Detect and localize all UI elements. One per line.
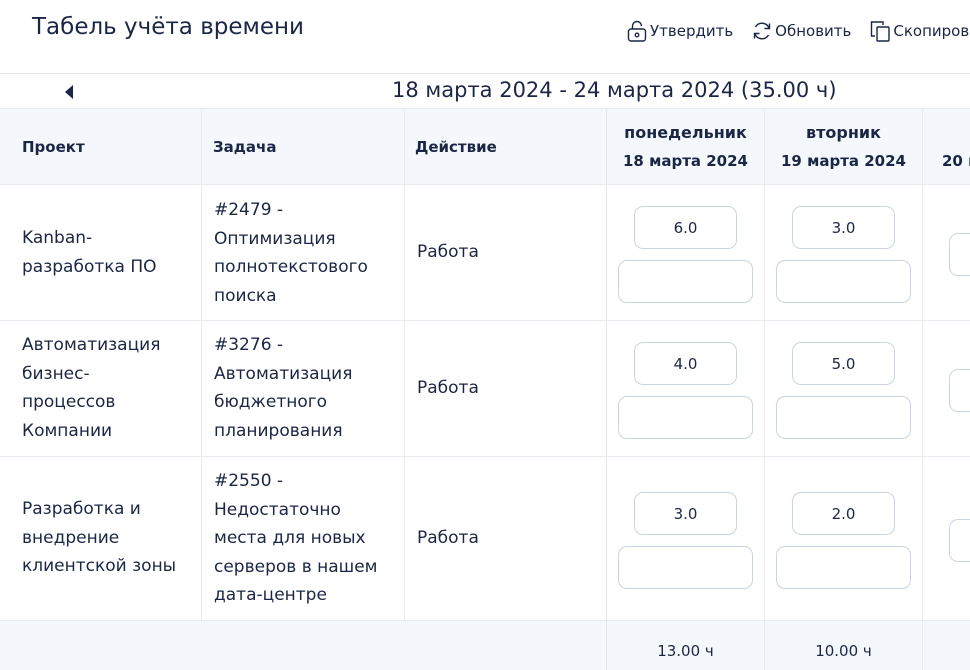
page-header: Табель учёта времени Утвердить Обновить: [0, 0, 970, 74]
toolbar: Утвердить Обновить Скопиров: [626, 18, 970, 44]
action-header-label: Действие: [415, 138, 497, 156]
day-total: 13.00 ч: [657, 642, 714, 660]
previous-week-button[interactable]: [58, 82, 80, 102]
lock-icon: [627, 20, 647, 42]
page-title: Табель учёта времени: [32, 14, 304, 40]
approve-button[interactable]: Утвердить: [626, 19, 733, 43]
column-header-wednesday: 20 м: [923, 109, 970, 185]
project-cell: Kanban-разработка ПО: [0, 185, 202, 321]
timesheet-page: Табель учёта времени Утвердить Обновить: [0, 0, 970, 670]
column-header-monday: понедельник 18 марта 2024: [606, 109, 765, 185]
comment-input[interactable]: [776, 396, 911, 439]
task-cell[interactable]: #3276 - Автоматизация бюджетного планирован…: [202, 321, 405, 457]
total-cell-wednesday: [923, 621, 970, 670]
hours-cell-monday: [606, 457, 765, 621]
table-row: Разработка и внедрение клиентской зоны #25…: [0, 457, 970, 621]
action-name: Работа: [417, 528, 479, 548]
total-cell-tuesday: 10.00 ч: [765, 621, 923, 670]
action-cell: Работа: [405, 185, 607, 321]
column-header-tuesday: вторник 19 марта 2024: [765, 109, 923, 185]
project-name: Разработка и внедрение клиентской зоны: [22, 499, 177, 576]
task-header-label: Задача: [213, 138, 277, 156]
hours-cell-wednesday: [923, 457, 970, 621]
project-cell: Автоматизация бизнес-процессов Компании: [0, 321, 202, 457]
totals-label-cell: [0, 621, 606, 670]
action-cell: Работа: [405, 321, 607, 457]
project-name: Автоматизация бизнес-процессов Компании: [22, 335, 161, 441]
copy-button[interactable]: Скопиров: [869, 19, 969, 43]
week-navigation: 18 марта 2024 - 24 марта 2024 (35.00 ч): [0, 75, 970, 109]
hours-cell-monday: [606, 185, 765, 321]
day-date: 20 м: [942, 152, 970, 170]
refresh-icon: [753, 22, 771, 40]
hours-cell-tuesday: [765, 457, 923, 621]
totals-row: 13.00 ч 10.00 ч: [0, 621, 970, 670]
project-header-label: Проект: [22, 138, 85, 156]
copy-icon: [871, 21, 891, 42]
column-header-project: Проект: [0, 109, 202, 185]
table-header-row: Проект Задача Действие понедельник 18 ма…: [0, 109, 970, 185]
action-cell: Работа: [405, 457, 607, 621]
refresh-button[interactable]: Обновить: [751, 19, 851, 43]
column-header-task: Задача: [202, 109, 405, 185]
task-name[interactable]: #2479 - Оптимизация полнотекстового поиска: [214, 196, 368, 310]
action-name: Работа: [417, 242, 479, 262]
hours-input[interactable]: [634, 342, 737, 385]
table-row: Автоматизация бизнес-процессов Компании #3…: [0, 321, 970, 457]
hours-input[interactable]: [634, 492, 737, 535]
day-total: 10.00 ч: [815, 642, 872, 660]
hours-input[interactable]: [792, 492, 895, 535]
task-cell[interactable]: #2550 - Недостаточно места для новых сервер…: [202, 457, 405, 621]
task-name[interactable]: #2550 - Недостаточно места для новых сервер…: [214, 467, 377, 610]
project-cell: Разработка и внедрение клиентской зоны: [0, 457, 202, 621]
hours-cell-wednesday: [923, 321, 970, 457]
comment-input[interactable]: [618, 260, 753, 303]
day-name: вторник: [806, 123, 881, 142]
hours-cell-tuesday: [765, 185, 923, 321]
hours-cell-wednesday: [923, 185, 970, 321]
hours-input[interactable]: [634, 206, 737, 249]
task-cell[interactable]: #2479 - Оптимизация полнотекстового поиска: [202, 185, 405, 321]
action-name: Работа: [417, 378, 479, 398]
total-cell-monday: 13.00 ч: [606, 621, 765, 670]
hours-input[interactable]: [792, 342, 895, 385]
column-header-action: Действие: [405, 109, 607, 185]
refresh-label: Обновить: [775, 22, 852, 40]
approve-label: Утвердить: [650, 22, 734, 40]
hours-input[interactable]: [792, 206, 895, 249]
week-range: 18 марта 2024 - 24 марта 2024 (35.00 ч): [392, 78, 837, 102]
comment-input[interactable]: [618, 546, 753, 589]
comment-input[interactable]: [776, 546, 911, 589]
day-name: понедельник: [624, 123, 747, 142]
day-date: 19 марта 2024: [780, 152, 906, 170]
day-date: 18 марта 2024: [622, 152, 748, 170]
hours-cell-tuesday: [765, 321, 923, 457]
table-row: Kanban-разработка ПО #2479 - Оптимизация п…: [0, 185, 970, 321]
comment-input[interactable]: [776, 260, 911, 303]
hours-cell-monday: [606, 321, 765, 457]
hours-input[interactable]: [949, 233, 970, 276]
task-name[interactable]: #3276 - Автоматизация бюджетного планирован…: [214, 331, 352, 445]
copy-label: Скопиров: [893, 22, 970, 40]
project-name: Kanban-разработка ПО: [22, 228, 157, 277]
hours-input[interactable]: [949, 519, 970, 562]
hours-input[interactable]: [949, 369, 970, 412]
comment-input[interactable]: [618, 396, 753, 439]
caret-left-icon: [65, 85, 73, 99]
